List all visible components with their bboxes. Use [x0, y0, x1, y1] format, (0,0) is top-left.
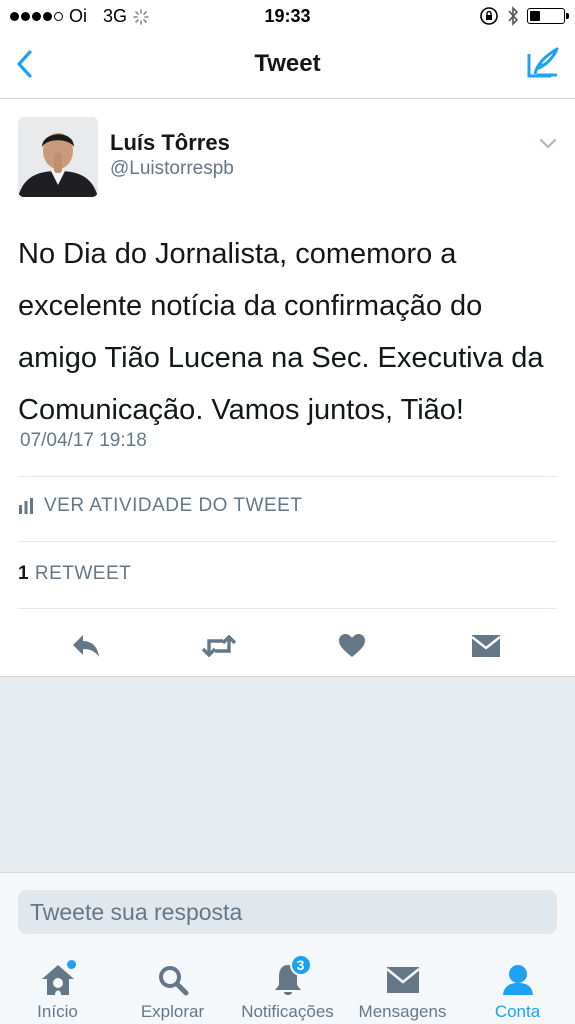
divider — [18, 541, 557, 542]
author-handle[interactable]: @Luistorrespb — [110, 158, 234, 180]
empty-replies-area — [0, 676, 575, 872]
tab-label: Explorar — [140, 1002, 205, 1021]
notification-badge: 3 — [289, 954, 312, 976]
avatar-image — [18, 117, 98, 197]
like-button[interactable] — [332, 626, 372, 666]
tab-label: Notificações — [241, 1002, 334, 1021]
status-right — [479, 6, 569, 26]
chevron-down-icon — [539, 138, 557, 149]
tab-bar: Início Explorar 3 Notificações Mensagens… — [0, 948, 575, 1024]
tab-label: Conta — [494, 1002, 541, 1021]
reply-button[interactable] — [66, 626, 106, 666]
envelope-icon — [383, 960, 423, 1000]
search-icon — [153, 960, 193, 1000]
compose-icon — [527, 47, 559, 78]
reply-input[interactable] — [18, 890, 557, 934]
battery-icon — [527, 8, 569, 24]
divider — [18, 476, 557, 477]
bar-chart-icon — [19, 498, 33, 514]
retweet-icon — [201, 634, 237, 658]
new-content-dot — [66, 960, 76, 969]
envelope-icon — [471, 635, 501, 657]
bluetooth-icon — [508, 6, 519, 26]
reply-icon — [73, 635, 99, 657]
reply-bar — [0, 872, 575, 948]
tab-label: Início — [37, 1002, 78, 1021]
status-bar: Oi 3G 19:33 — [0, 0, 575, 32]
avatar[interactable] — [18, 117, 98, 197]
direct-message-button[interactable] — [466, 626, 506, 666]
tab-account[interactable]: Conta — [460, 948, 575, 1024]
tab-label: Mensagens — [358, 1002, 447, 1021]
tweet-timestamp: 07/04/17 19:18 — [20, 430, 147, 451]
bell-icon: 3 — [268, 954, 312, 1000]
orientation-lock-icon — [480, 7, 498, 25]
tab-home[interactable]: Início — [0, 948, 115, 1024]
home-icon — [38, 960, 78, 1000]
retweet-label: RETWEET — [34, 563, 132, 584]
tab-messages[interactable]: Mensagens — [345, 948, 460, 1024]
retweet-count-link[interactable]: 1 RETWEET — [18, 563, 131, 585]
person-icon — [498, 960, 538, 1000]
tweet-text: No Dia do Jornalista, comemoro a excelen… — [18, 238, 544, 426]
view-tweet-activity-link[interactable]: VER ATIVIDADE DO TWEET — [18, 495, 302, 517]
navigation-bar: Tweet — [0, 32, 575, 99]
author-name[interactable]: Luís Tôrres — [110, 130, 230, 156]
activity-label: VER ATIVIDADE DO TWEET — [44, 495, 303, 516]
tweet-actions — [0, 618, 575, 674]
retweet-button[interactable] — [199, 626, 239, 666]
retweet-count: 1 — [18, 563, 30, 584]
tab-explore[interactable]: Explorar — [115, 948, 230, 1024]
heart-icon — [339, 634, 365, 657]
page-title: Tweet — [254, 50, 321, 77]
tab-notifications[interactable]: 3 Notificações — [230, 948, 345, 1024]
divider — [18, 608, 557, 609]
compose-tweet-button[interactable] — [523, 44, 561, 82]
tweet-options-button[interactable] — [537, 134, 559, 152]
